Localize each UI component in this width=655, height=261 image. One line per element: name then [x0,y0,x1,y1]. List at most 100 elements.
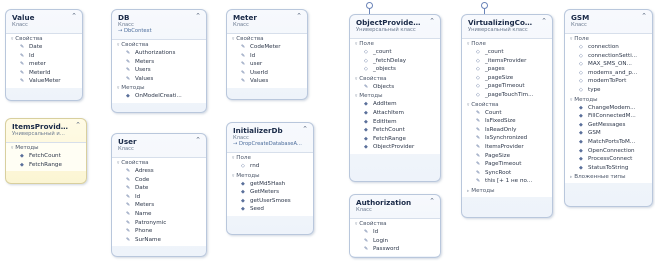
member-item[interactable]: ✎ Adress [112,167,206,176]
member-item[interactable]: ◆ OnModelCreati... [112,92,206,101]
member-item[interactable]: ✎ this [+ 1 не по... [462,177,552,186]
section-header[interactable]: ▿ Методы [227,171,313,180]
member-item[interactable]: ◆ FetchCount [350,126,440,135]
member-item[interactable]: ✎ Phone [112,227,206,236]
member-item[interactable]: ◆ Seed [227,205,313,214]
interface-box-itemsprovider[interactable]: ItemsProvider<... Универсальный интер...… [5,118,87,184]
section-header[interactable]: ▿ Свойства [227,34,307,43]
member-item[interactable]: ◇ _objects [350,65,440,74]
collapse-chevron-icon[interactable]: ⌃ [429,17,435,25]
class-box-objectprovider[interactable]: ObjectProvider... Универсальный класс ⌃ … [349,14,441,182]
member-item[interactable]: ◇ _itemsProvider [462,57,552,66]
member-item[interactable]: ✎ Count [462,109,552,118]
member-item[interactable]: ✎ UserId [227,69,307,78]
member-item[interactable]: ✎ Name [112,210,206,219]
member-item[interactable]: ✎ Values [227,77,307,86]
member-item[interactable]: ◇ _pages [462,65,552,74]
section-header[interactable]: ▿ Поле [227,153,313,162]
collapse-chevron-icon[interactable]: ⌃ [71,12,77,20]
member-item[interactable]: ◇ type [565,86,652,95]
section-header[interactable]: ▿ Свойства [112,158,206,167]
member-item[interactable]: ◆ AddItem [350,100,440,109]
member-item[interactable]: ✎ Patronymic [112,219,206,228]
member-item[interactable]: ◆ OpenConnection [565,147,652,156]
member-item[interactable]: ◇ _pageSize [462,74,552,83]
section-header[interactable]: ▿ Поле [565,34,652,43]
member-item[interactable]: ✎ Login [350,237,440,246]
member-item[interactable]: ✎ SyncRoot [462,169,552,178]
section-header[interactable]: ▹ Методы [462,186,552,195]
member-item[interactable]: ◇ _pageTimeout [462,82,552,91]
section-header[interactable]: ▿ Свойства [350,219,440,228]
section-header[interactable]: ▿ Методы [350,91,440,100]
class-box-authorization[interactable]: Authorization Класс ⌃ ▿ Свойства ✎ Id ✎ Log… [349,194,441,258]
member-item[interactable]: ◇ modems_and_p... [565,69,652,78]
collapse-chevron-icon[interactable]: ⌃ [541,17,547,25]
member-item[interactable]: ✎ Meters [112,201,206,210]
member-item[interactable]: ✎ IsSynchronized [462,134,552,143]
collapse-chevron-icon[interactable]: ⌃ [75,121,81,129]
member-item[interactable]: ◆ StatusToString [565,164,652,173]
member-item[interactable]: ◆ FetchRange [6,161,86,170]
member-item[interactable]: ◇ connectionSetti... [565,52,652,61]
class-box-gsm[interactable]: GSM Класс ⌃ ▿ Поле ◇ connection ◇ connectio… [564,9,653,207]
member-item[interactable]: ✎ Id [6,52,82,61]
member-item[interactable]: ✎ Id [350,228,440,237]
collapse-chevron-icon[interactable]: ⌃ [302,125,308,133]
class-box-db[interactable]: DB Класс → DbContext ⌃ ▿ Свойства ✎ Author… [111,9,207,113]
section-header[interactable]: ▿ Методы [112,83,206,92]
member-item[interactable]: ✎ MeterId [6,69,82,78]
member-item[interactable]: ◇ rnd [227,162,313,171]
section-header[interactable]: ▿ Поле [462,39,552,48]
member-item[interactable]: ✎ Password [350,245,440,254]
class-box-value[interactable]: Value Класс ⌃ ▿ Свойства ✎ Date ✎ Id ✎ meter… [5,9,83,101]
section-header[interactable]: ▹ Вложенные типы [565,172,652,181]
member-item[interactable]: ✎ Id [227,52,307,61]
member-item[interactable]: ◆ getMd5Hash [227,180,313,189]
member-item[interactable]: ✎ Values [112,75,206,84]
section-header[interactable]: ▿ Свойства [462,100,552,109]
section-header[interactable]: ▿ Поле [350,39,440,48]
member-item[interactable]: ◆ GetMessages [565,121,652,130]
section-header[interactable]: ▿ Методы [565,95,652,104]
member-item[interactable]: ✎ IsReadOnly [462,126,552,135]
member-item[interactable]: ✎ ItemsProvider [462,143,552,152]
member-item[interactable]: ✎ SurName [112,236,206,245]
member-item[interactable]: ◇ connection [565,43,652,52]
member-item[interactable]: ◇ MAX_SMS_ON... [565,60,652,69]
member-item[interactable]: ✎ Meters [112,58,206,67]
member-item[interactable]: ✎ Code [112,176,206,185]
member-item[interactable]: ✎ PageSize [462,152,552,161]
section-header[interactable]: ▿ Свойства [112,40,206,49]
member-item[interactable]: ◇ _count [462,48,552,57]
collapse-chevron-icon[interactable]: ⌃ [296,12,302,20]
member-item[interactable]: ◇ _count [350,48,440,57]
member-item[interactable]: ✎ ValueMeter [6,77,82,86]
section-header[interactable]: ▿ Свойства [350,74,440,83]
member-item[interactable]: ✎ Authorizations [112,49,206,58]
member-item[interactable]: ◆ EditItem [350,118,440,127]
member-item[interactable]: ✎ PageTimeout [462,160,552,169]
member-item[interactable]: ◇ _fetchDelay [350,57,440,66]
collapse-chevron-icon[interactable]: ⌃ [641,12,647,20]
member-item[interactable]: ◆ MatchPortsToM... [565,138,652,147]
collapse-chevron-icon[interactable]: ⌃ [429,197,435,205]
member-item[interactable]: ✎ Id [112,193,206,202]
member-item[interactable]: ◆ GSM [565,129,652,138]
member-item[interactable]: ✎ meter [6,60,82,69]
member-item[interactable]: ◆ ChangeModem... [565,104,652,113]
section-header[interactable]: ▿ Методы [6,143,86,152]
member-item[interactable]: ✎ Date [6,43,82,52]
member-item[interactable]: ◆ getUserSmoes [227,197,313,206]
member-item[interactable]: ◆ GetMeters [227,188,313,197]
member-item[interactable]: ◆ FillConnectedM... [565,112,652,121]
class-box-user[interactable]: User Класс ⌃ ▿ Свойства ✎ Adress ✎ Code ✎ Da… [111,133,207,257]
member-item[interactable]: ✎ Date [112,184,206,193]
member-item[interactable]: ✎ IsFixedSize [462,117,552,126]
class-box-virtualizingcollection[interactable]: VirtualizingColl... Универсальный класс … [461,14,553,218]
member-item[interactable]: ✎ Users [112,66,206,75]
member-item[interactable]: ✎ Objects [350,83,440,92]
class-box-initializerdb[interactable]: InitializerDb Класс → DropCreateDatabase… [226,122,314,235]
section-header[interactable]: ▿ Свойства [6,34,82,43]
member-item[interactable]: ◆ FetchCount [6,152,86,161]
